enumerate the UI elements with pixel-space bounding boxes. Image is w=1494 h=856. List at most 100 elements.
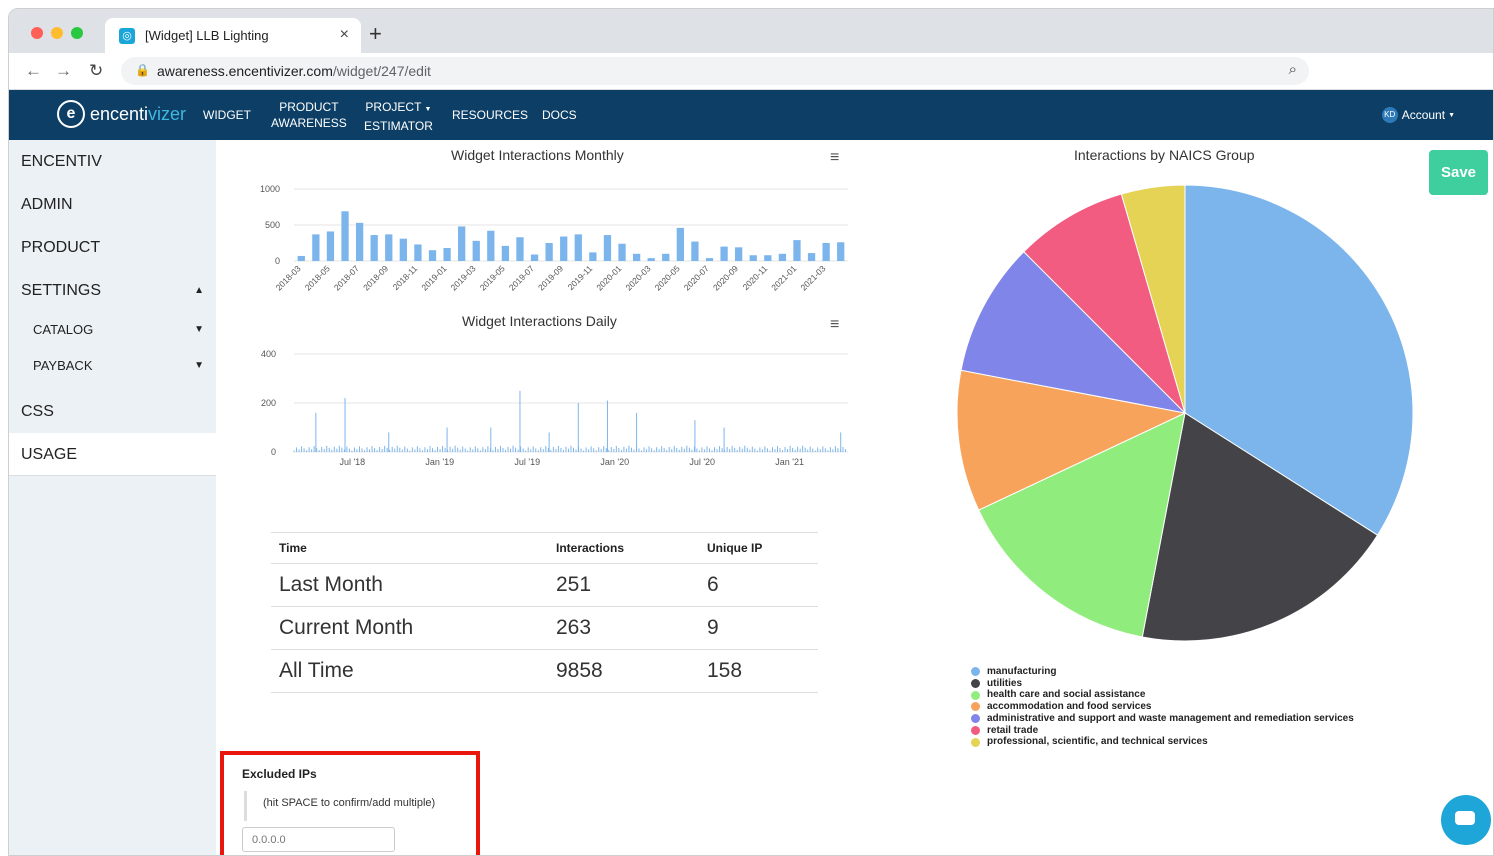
sidebar-item-product[interactable]: PRODUCT bbox=[9, 226, 216, 269]
legend-dot bbox=[971, 702, 980, 712]
excluded-ip-input[interactable] bbox=[242, 827, 395, 852]
bar bbox=[647, 258, 655, 261]
x-tick-label: Jul '20 bbox=[689, 457, 715, 467]
bar bbox=[399, 238, 407, 261]
minimize-window-button[interactable] bbox=[51, 27, 63, 39]
nav-docs[interactable]: DOCS bbox=[542, 107, 577, 123]
chat-bubble-icon[interactable] bbox=[1441, 795, 1491, 845]
encentivizer-logo[interactable]: e encentivizer bbox=[57, 100, 186, 128]
header-time: Time bbox=[271, 532, 548, 564]
sidebar-item-label: PAYBACK bbox=[33, 358, 93, 373]
legend-label: accommodation and food services bbox=[987, 701, 1152, 713]
bar bbox=[458, 226, 466, 261]
zoom-icon[interactable]: ⌕ bbox=[1289, 61, 1297, 78]
x-tick-label: 2018-05 bbox=[303, 263, 332, 292]
nav-project-estimator[interactable]: PROJECT ▼ ESTIMATOR bbox=[364, 99, 433, 134]
legend-item[interactable]: retail trade bbox=[971, 725, 1354, 737]
legend-item[interactable]: professional, scientific, and technical … bbox=[971, 736, 1354, 748]
x-tick-label: 2020-01 bbox=[594, 263, 623, 292]
sidebar-item-settings[interactable]: SETTINGS ▲ bbox=[9, 269, 216, 312]
sidebar-item-admin[interactable]: ADMIN bbox=[9, 183, 216, 226]
daily-chart-menu-icon[interactable]: ≡ bbox=[830, 316, 839, 334]
sidebar-item-label: CATALOG bbox=[33, 322, 94, 337]
nav-resources[interactable]: RESOURCES bbox=[452, 107, 528, 123]
bar bbox=[545, 243, 553, 261]
legend-label: retail trade bbox=[987, 724, 1039, 736]
bar bbox=[516, 237, 524, 261]
account-label: Account bbox=[1401, 108, 1446, 122]
bar bbox=[749, 255, 757, 261]
legend-label: administrative and support and waste man… bbox=[987, 712, 1354, 724]
bar bbox=[720, 246, 728, 261]
browser-window: ◎ [Widget] LLB Lighting × + ← → ↻ 🔒 awar… bbox=[8, 8, 1494, 856]
tab-title: [Widget] LLB Lighting bbox=[145, 28, 269, 43]
maximize-window-button[interactable] bbox=[71, 27, 83, 39]
main-content: Widget Interactions Monthly ≡ 1000 500 0 20… bbox=[216, 140, 1493, 855]
bar bbox=[355, 222, 364, 261]
legend-item[interactable]: administrative and support and waste man… bbox=[971, 713, 1354, 725]
x-tick-label: 2018-09 bbox=[361, 263, 390, 292]
sidebar-item-label: SETTINGS bbox=[21, 282, 102, 299]
legend-item[interactable]: manufacturing bbox=[971, 666, 1354, 678]
cell-time: All Time bbox=[271, 649, 548, 693]
bar bbox=[676, 227, 684, 261]
logo-icon: e bbox=[57, 100, 85, 128]
bar bbox=[589, 252, 597, 261]
sidebar-item-payback[interactable]: PAYBACK ▼ bbox=[9, 348, 216, 384]
bar bbox=[530, 254, 539, 261]
bar bbox=[443, 248, 451, 261]
legend-label: health care and social assistance bbox=[987, 689, 1146, 701]
nav-widget[interactable]: WIDGET bbox=[203, 107, 251, 123]
forward-arrow-icon[interactable]: → bbox=[55, 61, 72, 81]
monthly-chart-title: Widget Interactions Monthly bbox=[451, 147, 624, 163]
x-tick-label: 2018-11 bbox=[391, 263, 420, 292]
bar bbox=[662, 253, 670, 261]
sidebar-item-catalog[interactable]: CATALOG ▼ bbox=[9, 312, 216, 348]
y-tick-label: 200 bbox=[261, 398, 276, 408]
back-arrow-icon[interactable]: ← bbox=[25, 61, 42, 81]
excluded-ips-panel: Excluded IPs (hit SPACE to confirm/add m… bbox=[220, 751, 480, 855]
cell-unique-ip: 9 bbox=[699, 606, 818, 650]
save-button[interactable]: Save bbox=[1429, 150, 1488, 195]
legend-item[interactable]: accommodation and food services bbox=[971, 701, 1354, 713]
tab-close-icon[interactable]: × bbox=[340, 26, 349, 44]
bar bbox=[414, 244, 422, 261]
sidebar-item-encentiv[interactable]: ENCENTIV bbox=[9, 140, 216, 183]
sidebar-item-css[interactable]: CSS bbox=[9, 390, 216, 433]
chevron-down-icon: ▼ bbox=[1448, 111, 1455, 119]
bar bbox=[428, 250, 437, 261]
close-window-button[interactable] bbox=[31, 27, 43, 39]
nav-product-awareness[interactable]: PRODUCT AWARENESS bbox=[271, 99, 347, 131]
bar bbox=[822, 243, 830, 261]
sidebar-item-label: PRODUCT bbox=[21, 239, 101, 256]
legend-dot bbox=[971, 725, 980, 735]
legend-label: professional, scientific, and technical … bbox=[987, 736, 1208, 748]
legend-label: utilities bbox=[987, 677, 1023, 689]
sidebar-item-usage[interactable]: USAGE bbox=[9, 433, 216, 476]
bar bbox=[487, 230, 495, 261]
x-tick-label: 2018-03 bbox=[274, 263, 303, 292]
bar bbox=[691, 241, 699, 261]
monthly-chart-menu-icon[interactable]: ≡ bbox=[830, 149, 839, 167]
bar bbox=[807, 253, 816, 261]
bar bbox=[341, 211, 349, 261]
legend-item[interactable]: health care and social assistance bbox=[971, 689, 1354, 701]
x-tick-label: Jan '20 bbox=[600, 457, 629, 467]
avatar: KD bbox=[1381, 107, 1398, 123]
legend-item[interactable]: utilities bbox=[971, 678, 1354, 690]
browser-tab[interactable]: ◎ [Widget] LLB Lighting × bbox=[105, 18, 361, 53]
table-row: Last Month 251 6 bbox=[271, 563, 818, 607]
legend-dot bbox=[971, 690, 980, 700]
bar bbox=[603, 235, 612, 261]
reload-icon[interactable]: ↻ bbox=[89, 61, 103, 81]
lock-icon: 🔒 bbox=[135, 63, 150, 77]
new-tab-button[interactable]: + bbox=[369, 21, 382, 47]
chevron-down-icon: ▼ bbox=[194, 324, 204, 335]
chevron-up-icon: ▲ bbox=[194, 285, 204, 296]
cell-unique-ip: 158 bbox=[699, 649, 818, 693]
account-menu[interactable]: KD Account ▼ bbox=[1381, 107, 1455, 123]
bar bbox=[560, 236, 568, 261]
url-field[interactable]: 🔒 awareness.encentivizer.com/widget/247/… bbox=[121, 57, 1309, 85]
legend-dot bbox=[971, 667, 980, 677]
bar bbox=[837, 242, 845, 261]
